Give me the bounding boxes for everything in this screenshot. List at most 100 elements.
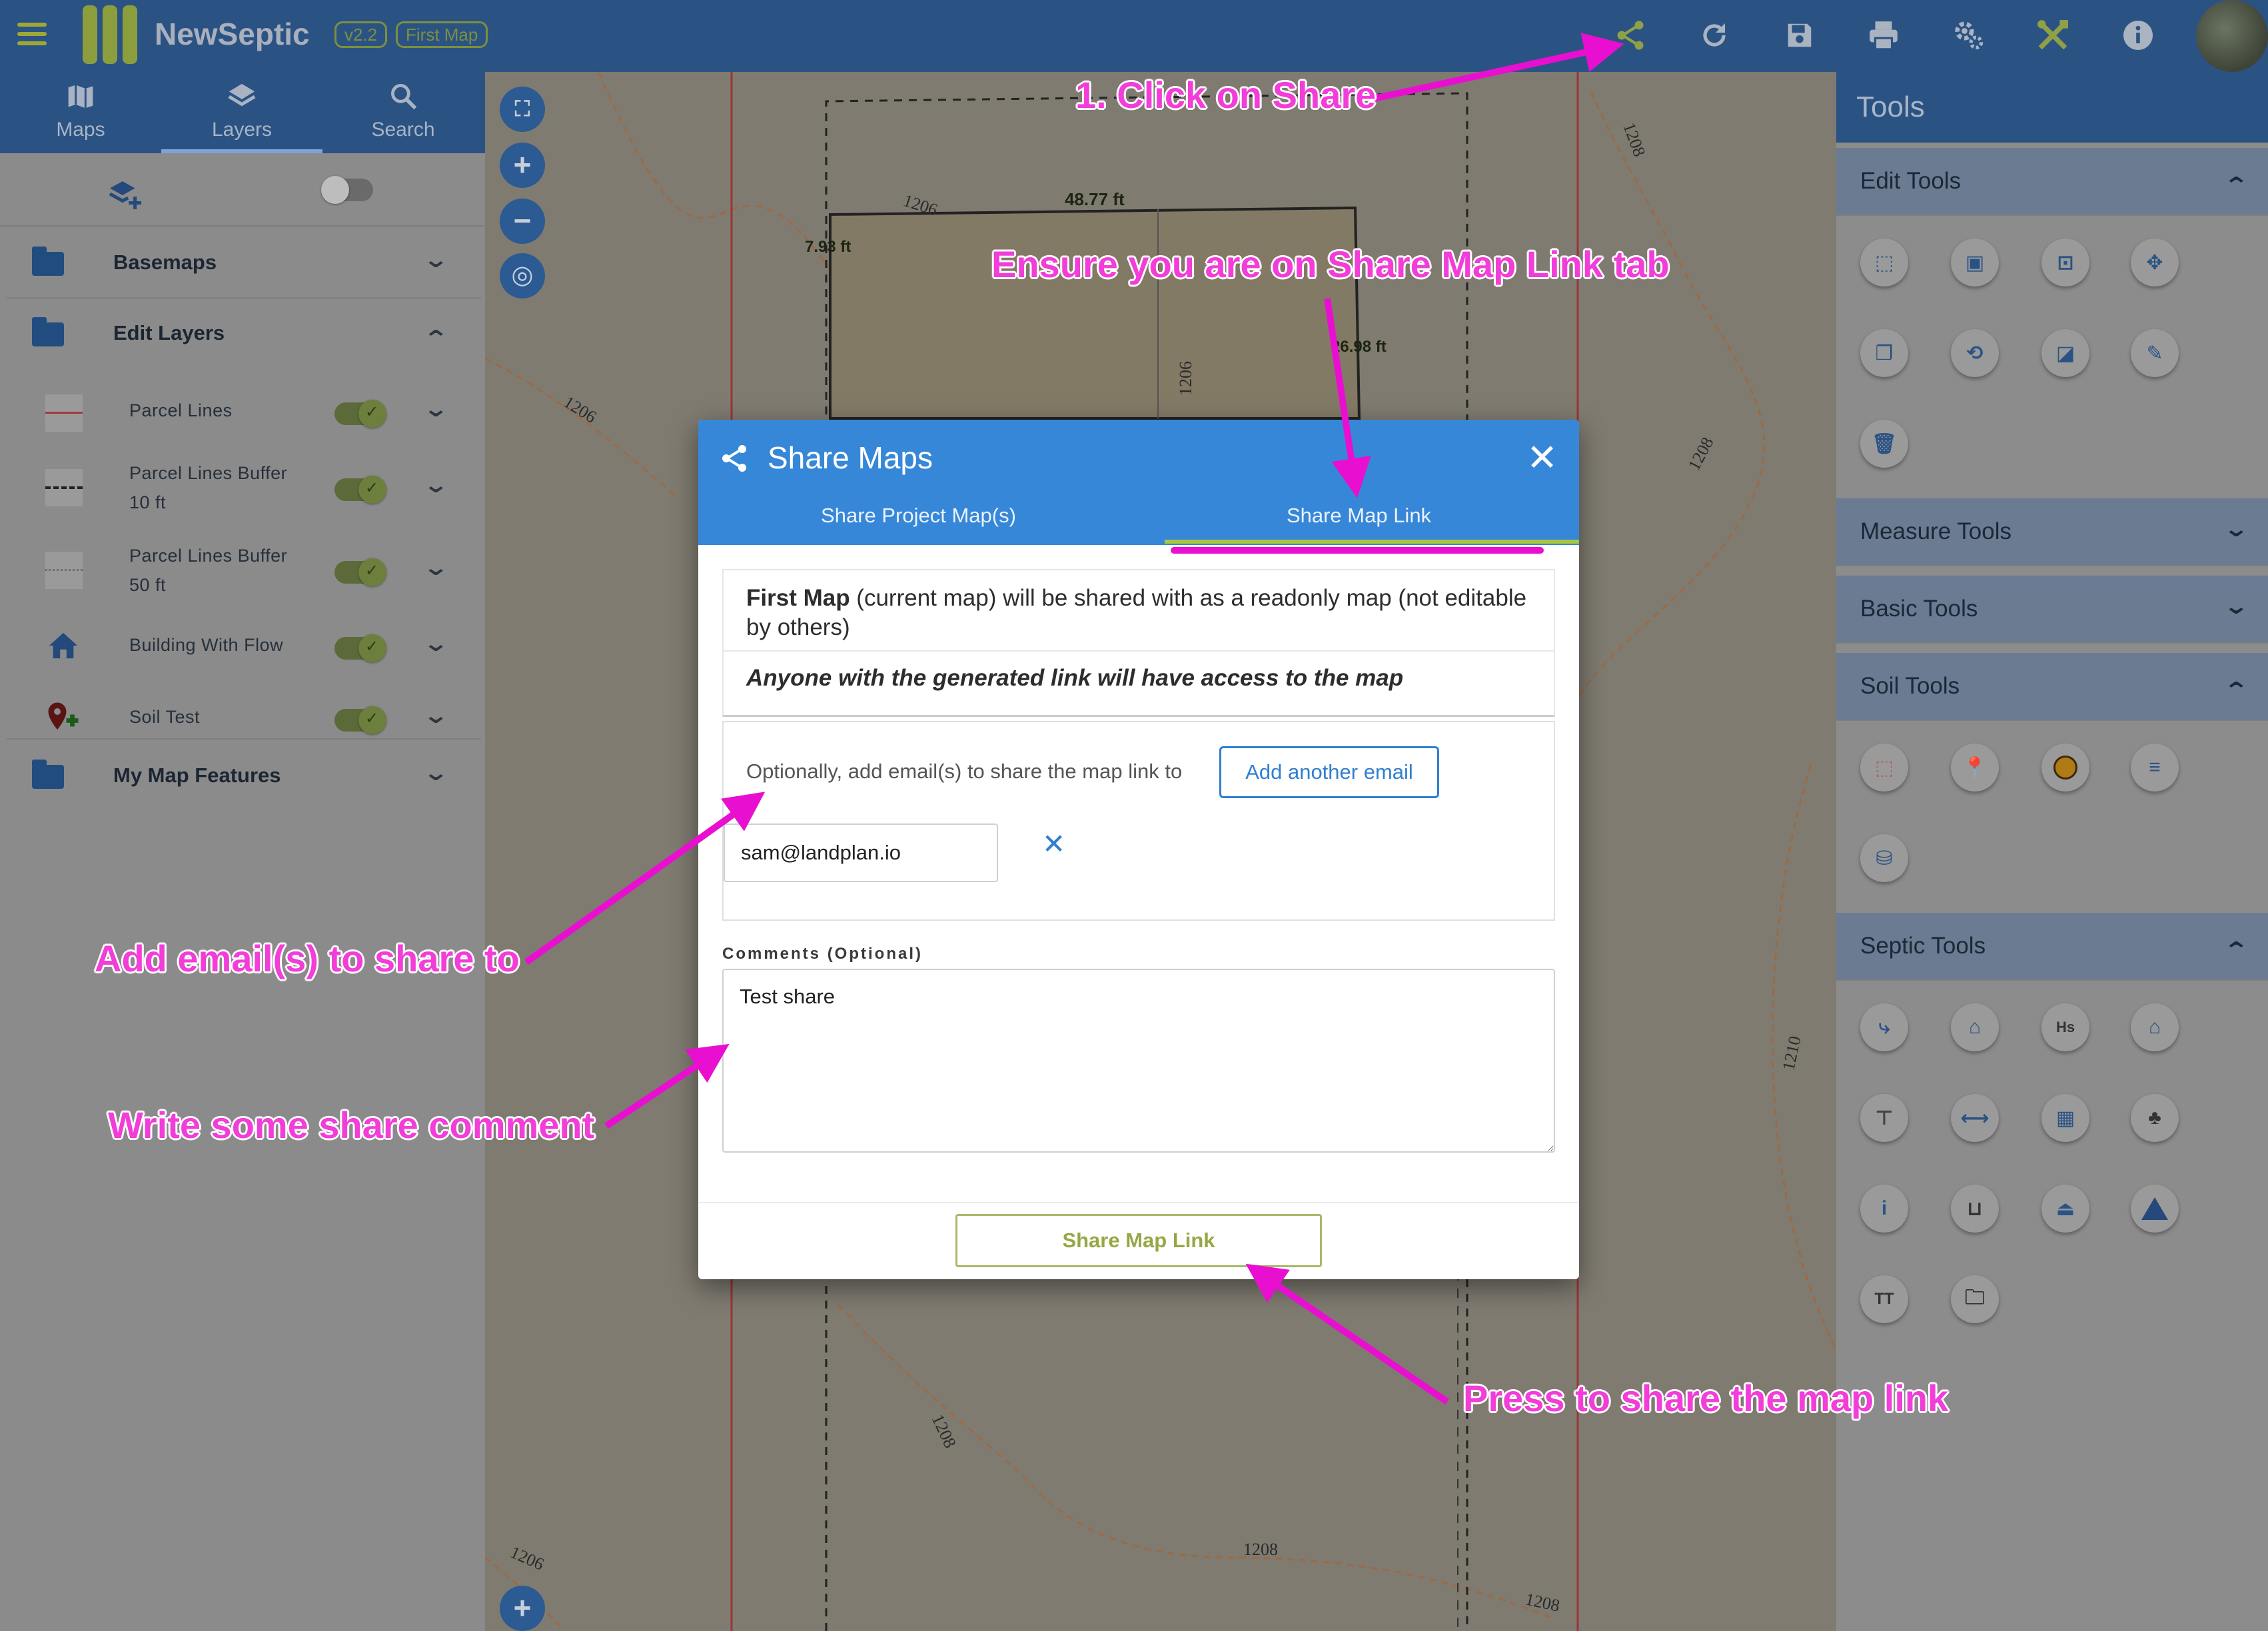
tab-layers[interactable]: Layers [161,72,322,153]
tab-maps[interactable]: Maps [0,72,161,153]
left-panel-tabs: Maps Layers Search [0,72,485,153]
fullscreen-button[interactable]: ⛶ [500,87,545,132]
email-field[interactable] [724,823,998,882]
share-map-link-button[interactable]: Share Map Link [955,1214,1322,1267]
group-edit-layers[interactable]: Edit Layers ⌄ [0,298,485,369]
email-hint: Optionally, add email(s) to share the ma… [746,760,1183,783]
info-map-name: First Map [746,585,850,611]
layer-visibility-toggle[interactable] [334,476,386,504]
share-info-access: Anyone with the generated link will have… [722,650,1555,717]
app-title: NewSeptic [155,17,310,51]
rotate-tool-icon[interactable]: ⟲ [1951,329,1999,377]
comments-field[interactable]: Test share [722,969,1555,1153]
settings-icon[interactable] [1948,15,1989,56]
comments-label: Comments (Optional) [722,945,923,963]
inspection-tool-icon[interactable]: i [1860,1185,1908,1233]
move-tool-icon[interactable]: ✥ [2131,239,2179,286]
section-septic-tools[interactable]: Septic Tools ⌄ [1836,913,2268,981]
zoom-in-button[interactable]: + [500,143,545,188]
chevron-down-icon[interactable]: ⌄ [422,247,449,273]
info-icon[interactable] [2117,15,2159,56]
annotation-press-share: Press to share the map link [1463,1377,1949,1419]
layer-visibility-toggle[interactable] [334,400,386,428]
grid-add-tool-icon[interactable]: ▦ [2041,1094,2089,1142]
layers-master-toggle[interactable] [321,176,373,204]
pipe-tool-icon[interactable]: ⤷ [1860,1003,1908,1051]
chevron-down-icon[interactable]: ⌄ [422,396,449,422]
hs-tool-icon[interactable]: Hs [2041,1003,2089,1051]
dialog-title: Share Maps [768,440,933,475]
layers-toolbar [0,153,485,227]
annotation-add-email: Add email(s) to share to [95,937,520,979]
text-tool-icon[interactable]: TT [1860,1275,1908,1323]
section-soil-tools[interactable]: Soil Tools ⌄ [1836,653,2268,721]
soil-database-tool-icon[interactable]: ⛁ [1860,834,1908,882]
soil-list-tool-icon[interactable]: ≡ [2131,744,2179,792]
refresh-icon[interactable] [1694,15,1735,56]
house-tool-icon[interactable]: ⌂ [1951,1003,1999,1051]
contour-label: 1208 [1684,434,1718,474]
select-polygon-tool-icon[interactable]: ▣ [1951,239,1999,286]
chevron-down-icon[interactable]: ⌄ [422,630,449,657]
chevron-up-icon[interactable]: ⌄ [2223,171,2249,197]
menu-icon[interactable] [17,23,47,45]
well-tool-icon[interactable]: ⊔ [1951,1185,1999,1233]
folder-tool-icon[interactable]: 🗀 [1951,1275,1999,1323]
section-basic-tools[interactable]: Basic Tools ⌄ [1836,576,2268,644]
group-basemaps-label: Basemaps [113,251,217,274]
locate-icon[interactable]: ◎ [500,253,545,298]
group-my-map-features[interactable]: My Map Features ⌄ [0,741,485,812]
layer-visibility-toggle[interactable] [334,558,386,586]
section-title: Soil Tools [1860,673,1960,699]
tab-maps-label: Maps [56,119,105,141]
tank-tool-icon[interactable]: ⊤ [1860,1094,1908,1142]
chevron-down-icon[interactable]: ⌄ [2223,593,2249,620]
dotted-line-symbol-icon [45,552,83,589]
section-measure-tools[interactable]: Measure Tools ⌄ [1836,498,2268,566]
group-basemaps[interactable]: Basemaps ⌄ [0,227,485,297]
remove-email-icon[interactable]: ✕ [1042,827,1065,860]
share-icon [718,442,750,474]
select-rect-tool-icon[interactable]: ⬚ [1860,239,1908,286]
layer-visibility-toggle[interactable] [334,634,386,662]
tab-share-map-link[interactable]: Share Map Link [1139,504,1579,528]
user-avatar[interactable] [2196,0,2268,72]
layer-visibility-toggle[interactable] [334,706,386,734]
layer-row: Parcel Lines Buffer 10 ft ⌄ [0,445,485,528]
chevron-up-icon[interactable]: ⌄ [2223,935,2249,962]
soil-test-tool-icon[interactable]: 📍 [1951,744,1999,792]
close-icon[interactable]: ✕ [1526,436,1558,480]
save-icon[interactable] [1779,15,1820,56]
paint-tool-icon[interactable]: ✎ [2131,329,2179,377]
tools-icon[interactable] [2032,15,2073,56]
section-edit-tools[interactable]: Edit Tools ⌄ [1836,148,2268,216]
distribution-tool-icon[interactable]: ⏏ [2041,1185,2089,1233]
soil-sample-tool-icon[interactable] [2041,744,2089,792]
chevron-down-icon[interactable]: ⌄ [422,760,449,786]
chevron-down-icon[interactable]: ⌄ [422,554,449,581]
tree-tool-icon[interactable]: ♣ [2131,1094,2179,1142]
resize-tool-icon[interactable]: ◪ [2041,329,2089,377]
select-add-tool-icon[interactable]: ⊡ [2041,239,2089,286]
chevron-down-icon[interactable]: ⌄ [2223,516,2249,542]
soil-boundary-tool-icon[interactable]: ⬚ [1860,744,1908,792]
print-icon[interactable] [1863,15,1904,56]
add-email-button[interactable]: Add another email [1219,746,1439,798]
layer-row: Parcel Lines Buffer 50 ft ⌄ [0,528,485,610]
chevron-up-icon[interactable]: ⌄ [422,324,449,350]
chevron-down-icon[interactable]: ⌄ [422,472,449,498]
zoom-out-button[interactable]: − [500,199,545,244]
add-layer-icon[interactable] [108,180,143,214]
add-feature-button[interactable]: + [500,1586,545,1631]
tab-share-project-maps[interactable]: Share Project Map(s) [698,504,1139,528]
share-icon[interactable] [1610,15,1651,56]
delete-tool-icon[interactable]: 🗑 [1860,420,1908,468]
house-flow-tool-icon[interactable]: ⌂ [2131,1003,2179,1051]
copy-tool-icon[interactable]: ❐ [1860,329,1908,377]
triangle-tool-icon[interactable] [2131,1185,2179,1233]
chevron-up-icon[interactable]: ⌄ [2223,676,2249,702]
chevron-down-icon[interactable]: ⌄ [422,702,449,729]
dimension-label: 48.77 ft [1065,189,1125,209]
tab-search[interactable]: Search [322,72,484,153]
width-tool-icon[interactable]: ⟷ [1951,1094,1999,1142]
